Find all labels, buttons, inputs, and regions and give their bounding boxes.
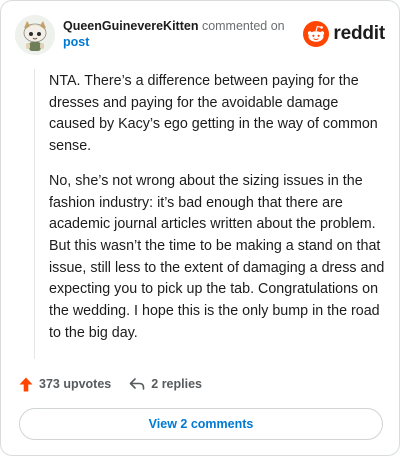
replies-count: 2 replies — [151, 377, 202, 391]
reddit-snoo-icon — [303, 21, 330, 47]
avatar-image — [15, 15, 55, 55]
comment-header: QueenGuinevereKitten commented on post r… — [15, 13, 387, 57]
replies-button[interactable]: 2 replies — [129, 377, 202, 391]
user-avatar[interactable] — [15, 15, 55, 55]
comment-paragraph: No, she’s not wrong about the sizing iss… — [49, 172, 385, 341]
post-link[interactable]: post — [63, 34, 89, 50]
comment-meta: QueenGuinevereKitten commented on post — [63, 18, 303, 50]
reddit-wordmark: reddit — [333, 23, 385, 44]
comment-card: QueenGuinevereKitten commented on post r… — [0, 0, 400, 456]
view-comments-button[interactable]: View 2 comments — [19, 408, 383, 440]
comment-body: NTA. There’s a difference between paying… — [49, 71, 385, 357]
comment-actions: 373 upvotes 2 replies — [19, 373, 202, 395]
thread-line[interactable] — [34, 69, 35, 359]
comment-paragraph: NTA. There’s a difference between paying… — [49, 73, 378, 155]
comment-action-text: commented on — [201, 19, 285, 33]
reply-arrow-icon — [129, 378, 145, 390]
upvote-count: 373 upvotes — [39, 377, 112, 391]
upvote-arrow-icon — [19, 377, 33, 391]
author-username[interactable]: QueenGuinevereKitten — [63, 19, 198, 33]
reddit-logo[interactable]: reddit — [303, 19, 385, 49]
upvote-button[interactable]: 373 upvotes — [19, 377, 111, 392]
